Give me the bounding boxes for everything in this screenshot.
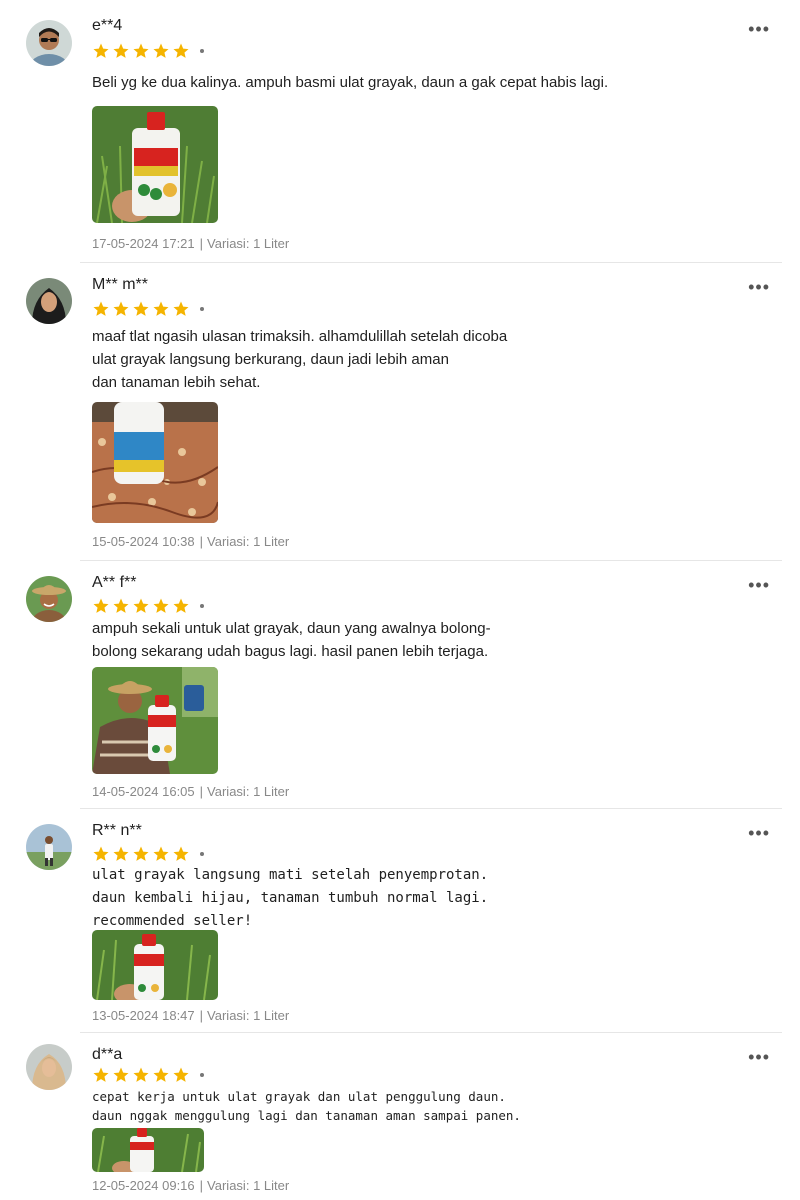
- variant-label: Variasi:: [207, 236, 250, 251]
- star-icon: [133, 301, 149, 316]
- avatar[interactable]: [26, 1044, 72, 1090]
- star-icon: [173, 598, 189, 613]
- star-icon: [93, 846, 109, 861]
- rating-stars: [92, 845, 204, 863]
- rating-stars: [92, 1066, 204, 1084]
- reviewer-name[interactable]: e**4: [92, 17, 122, 35]
- review-item: d**a ••• cepat kerja untuk ulat grayak d…: [0, 1032, 800, 1200]
- variant-value: 1 Liter: [253, 534, 290, 549]
- variant-label: Variasi:: [207, 534, 250, 549]
- star-icon: [133, 1067, 149, 1082]
- star-icon: [113, 1067, 129, 1082]
- star-icon: [173, 301, 189, 316]
- review-item: M** m** ••• maaf tlat ngasih ulasan trim…: [0, 262, 800, 560]
- review-text: maaf tlat ngasih ulasan trimaksih. alham…: [92, 328, 508, 391]
- avatar[interactable]: [26, 20, 72, 66]
- review-text: Beli yg ke dua kalinya. ampuh basmi ulat…: [92, 74, 609, 91]
- review-photo[interactable]: [92, 402, 218, 523]
- more-horizontal-icon[interactable]: •••: [748, 576, 770, 594]
- review-date: 14-05-2024 16:05: [92, 784, 195, 799]
- star-icon: [93, 1067, 109, 1082]
- reviewer-name[interactable]: A** f**: [92, 574, 136, 592]
- star-icon: [153, 301, 169, 316]
- variant-label: Variasi:: [207, 1008, 250, 1023]
- star-icon: [113, 43, 129, 58]
- avatar[interactable]: [26, 824, 72, 870]
- reviewer-name[interactable]: M** m**: [92, 276, 148, 294]
- review-item: A** f** ••• ampuh sekali untuk ulat gray…: [0, 560, 800, 808]
- rating-stars: [92, 300, 204, 318]
- avatar[interactable]: [26, 278, 72, 324]
- more-horizontal-icon[interactable]: •••: [748, 1048, 770, 1066]
- separator-dot: [200, 852, 204, 856]
- star-icon: [113, 301, 129, 316]
- star-icon: [133, 598, 149, 613]
- review-photo[interactable]: [92, 930, 218, 1000]
- review-meta: 15-05-2024 10:38 | Variasi: 1 Liter: [92, 534, 290, 549]
- review-text: cepat kerja untuk ulat grayak dan ulat p…: [92, 1089, 521, 1123]
- separator-dot: [200, 604, 204, 608]
- star-icon: [153, 43, 169, 58]
- star-icon: [133, 43, 149, 58]
- more-horizontal-icon[interactable]: •••: [748, 278, 770, 296]
- variant-value: 1 Liter: [253, 1008, 290, 1023]
- review-meta: 13-05-2024 18:47 | Variasi: 1 Liter: [92, 1008, 290, 1023]
- star-icon: [133, 846, 149, 861]
- separator-dot: [200, 1073, 204, 1077]
- star-icon: [93, 43, 109, 58]
- review-text: ulat grayak langsung mati setelah penyem…: [92, 867, 489, 929]
- star-icon: [153, 598, 169, 613]
- star-icon: [173, 846, 189, 861]
- review-meta: 17-05-2024 17:21 | Variasi: 1 Liter: [92, 236, 290, 251]
- review-photo[interactable]: [92, 106, 218, 223]
- review-meta: 12-05-2024 09:16 | Variasi: 1 Liter: [92, 1178, 290, 1193]
- star-icon: [113, 598, 129, 613]
- separator-dot: [200, 49, 204, 53]
- reviewer-name[interactable]: d**a: [92, 1046, 122, 1064]
- review-text: ampuh sekali untuk ulat grayak, daun yan…: [92, 620, 491, 660]
- variant-value: 1 Liter: [253, 236, 290, 251]
- more-horizontal-icon[interactable]: •••: [748, 20, 770, 38]
- review-date: 17-05-2024 17:21: [92, 236, 195, 251]
- review-item: R** n** ••• ulat grayak langsung mati se…: [0, 808, 800, 1032]
- more-horizontal-icon[interactable]: •••: [748, 824, 770, 842]
- star-icon: [113, 846, 129, 861]
- star-icon: [153, 1067, 169, 1082]
- star-icon: [173, 43, 189, 58]
- review-date: 12-05-2024 09:16: [92, 1178, 195, 1193]
- star-icon: [153, 846, 169, 861]
- review-meta: 14-05-2024 16:05 | Variasi: 1 Liter: [92, 784, 290, 799]
- rating-stars: [92, 597, 204, 615]
- avatar[interactable]: [26, 576, 72, 622]
- review-photo[interactable]: [92, 1128, 204, 1172]
- variant-value: 1 Liter: [253, 1178, 290, 1193]
- reviewer-name[interactable]: R** n**: [92, 822, 142, 840]
- star-icon: [93, 598, 109, 613]
- star-icon: [173, 1067, 189, 1082]
- variant-value: 1 Liter: [253, 784, 290, 799]
- variant-label: Variasi:: [207, 1178, 250, 1193]
- rating-stars: [92, 42, 204, 60]
- variant-label: Variasi:: [207, 784, 250, 799]
- star-icon: [93, 301, 109, 316]
- review-date: 13-05-2024 18:47: [92, 1008, 195, 1023]
- review-item: e**4 ••• Beli yg ke dua kalinya. ampuh b…: [0, 0, 800, 262]
- review-photo[interactable]: [92, 667, 218, 774]
- separator-dot: [200, 307, 204, 311]
- review-date: 15-05-2024 10:38: [92, 534, 195, 549]
